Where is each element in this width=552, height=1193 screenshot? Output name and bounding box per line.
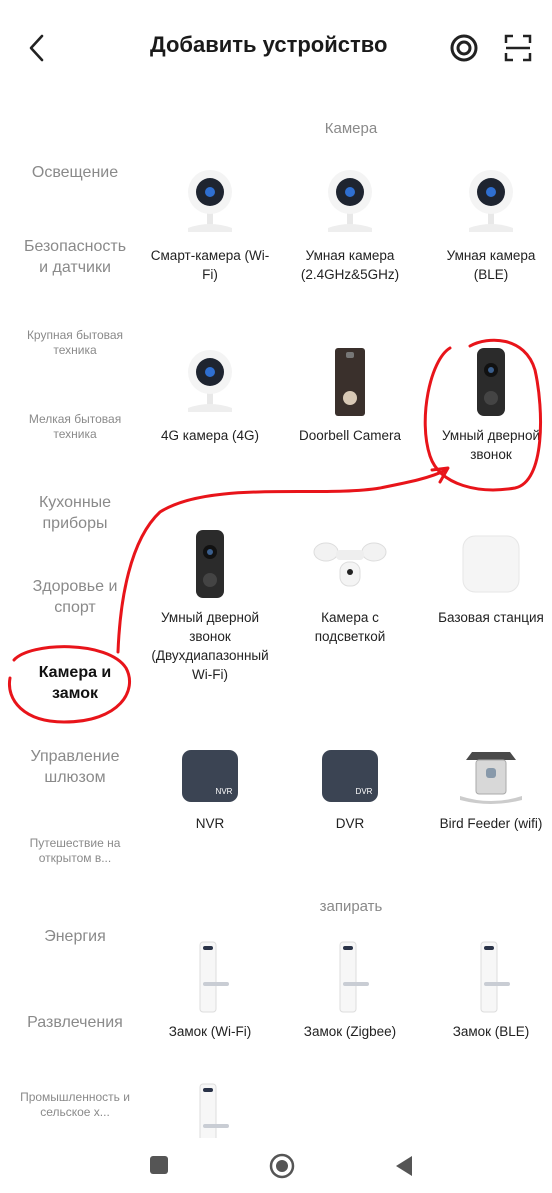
dvr-badge: DVR: [356, 787, 373, 796]
device-smart-doorbell-dualband[interactable]: Умный дверной звонок (Двухдиапазонный Wi…: [150, 528, 270, 684]
sidebar-item-camera-lock[interactable]: Камера и замок: [0, 662, 150, 704]
device-doorbell-camera[interactable]: Doorbell Camera: [285, 346, 415, 445]
device-smart-doorbell[interactable]: Умный дверной звонок: [430, 346, 552, 464]
at-sign-icon[interactable]: [446, 30, 482, 66]
sidebar-item-industry[interactable]: Промышленность и сельское х...: [0, 1090, 150, 1120]
device-bird-feeder[interactable]: Bird Feeder (wifi): [430, 746, 552, 833]
device-label: Замок (Zigbee): [303, 1024, 397, 1039]
section-title-camera: Камера: [324, 120, 378, 137]
sidebar-item-outdoor[interactable]: Путешествие на открытом в...: [0, 836, 150, 866]
bird-feeder-icon: [460, 752, 522, 804]
lock-icon: [339, 941, 369, 1013]
device-label: Замок (Wi-Fi): [168, 1024, 252, 1039]
device-label: Bird Feeder (wifi): [439, 816, 543, 831]
camera-icon: [469, 170, 513, 232]
sidebar-item-large-appliances[interactable]: Крупная бытовая техника: [0, 328, 150, 358]
device-grid: Камера Смарт-камера (Wi-Fi) Умная камера…: [150, 100, 552, 1140]
chevron-left-icon[interactable]: [22, 30, 52, 66]
device-lock-zigbee[interactable]: Замок (Zigbee): [285, 940, 415, 1041]
device-label: Умный дверной звонок (Двухдиапазонный Wi…: [151, 610, 269, 682]
sidebar-item-energy[interactable]: Энергия: [0, 926, 150, 947]
doorbell-icon: [335, 348, 365, 416]
home-icon[interactable]: [268, 1152, 296, 1180]
device-label: DVR: [335, 816, 365, 831]
back-icon[interactable]: [392, 1154, 416, 1178]
device-label: NVR: [195, 816, 225, 831]
device-label: Смарт-камера (Wi-Fi): [150, 248, 270, 282]
device-lock-wifi[interactable]: Замок (Wi-Fi): [150, 940, 270, 1041]
base-station-icon: [462, 535, 520, 593]
video-doorbell-icon: [196, 530, 224, 598]
device-label: 4G камера (4G): [160, 428, 260, 443]
device-lock-partial[interactable]: [150, 1082, 270, 1146]
sidebar-item-health[interactable]: Здоровье и спорт: [0, 576, 150, 618]
header: Добавить устройство: [0, 0, 552, 100]
category-sidebar: Освещение Безопасность и датчики Крупная…: [0, 100, 150, 1140]
nvr-icon: NVR: [182, 750, 238, 802]
device-nvr[interactable]: NVR NVR: [150, 746, 270, 833]
device-label: Камера с подсветкой: [314, 610, 386, 644]
device-label: Умный дверной звонок: [441, 428, 541, 462]
lock-icon: [199, 941, 229, 1013]
device-label: Умная камера (2.4GHz&5GHz): [300, 248, 400, 282]
device-label: Замок (BLE): [452, 1024, 530, 1039]
video-doorbell-icon: [477, 348, 505, 416]
device-label: Базовая станция: [438, 610, 544, 625]
sidebar-item-kitchen[interactable]: Кухонные приборы: [0, 492, 150, 534]
device-label: Умная камера (BLE): [446, 248, 536, 282]
sidebar-item-small-appliances[interactable]: Мелкая бытовая техника: [0, 412, 150, 442]
sidebar-item-security[interactable]: Безопасность и датчики: [0, 236, 150, 278]
floodlight-camera-icon: [313, 542, 387, 587]
sidebar-item-entertainment[interactable]: Развлечения: [0, 1012, 150, 1033]
device-lock-ble[interactable]: Замок (BLE): [430, 940, 552, 1041]
section-title-lock: запирать: [319, 898, 383, 915]
camera-icon: [328, 170, 372, 232]
scan-icon[interactable]: [500, 30, 536, 66]
lock-icon: [199, 1083, 229, 1138]
device-label: Doorbell Camera: [298, 428, 402, 443]
recent-apps-icon[interactable]: [150, 1156, 168, 1174]
nvr-badge: NVR: [216, 787, 233, 796]
device-dvr[interactable]: DVR DVR: [285, 746, 415, 833]
device-smart-camera-wifi[interactable]: Смарт-камера (Wi-Fi): [150, 166, 270, 284]
device-smart-camera-dual[interactable]: Умная камера (2.4GHz&5GHz): [285, 166, 415, 284]
system-nav-bar: [0, 1140, 552, 1193]
device-smart-camera-ble[interactable]: Умная камера (BLE): [430, 166, 552, 284]
camera-icon: [188, 350, 232, 412]
device-4g-camera[interactable]: 4G камера (4G): [150, 346, 270, 445]
lock-icon: [480, 941, 510, 1013]
dvr-icon: DVR: [322, 750, 378, 802]
device-floodlight-camera[interactable]: Камера с подсветкой: [285, 528, 415, 646]
sidebar-item-lighting[interactable]: Освещение: [0, 162, 150, 183]
page-title: Добавить устройство: [150, 32, 388, 57]
sidebar-item-gateway[interactable]: Управление шлюзом: [0, 746, 150, 788]
device-base-station[interactable]: Базовая станция: [430, 528, 552, 627]
camera-icon: [188, 170, 232, 232]
